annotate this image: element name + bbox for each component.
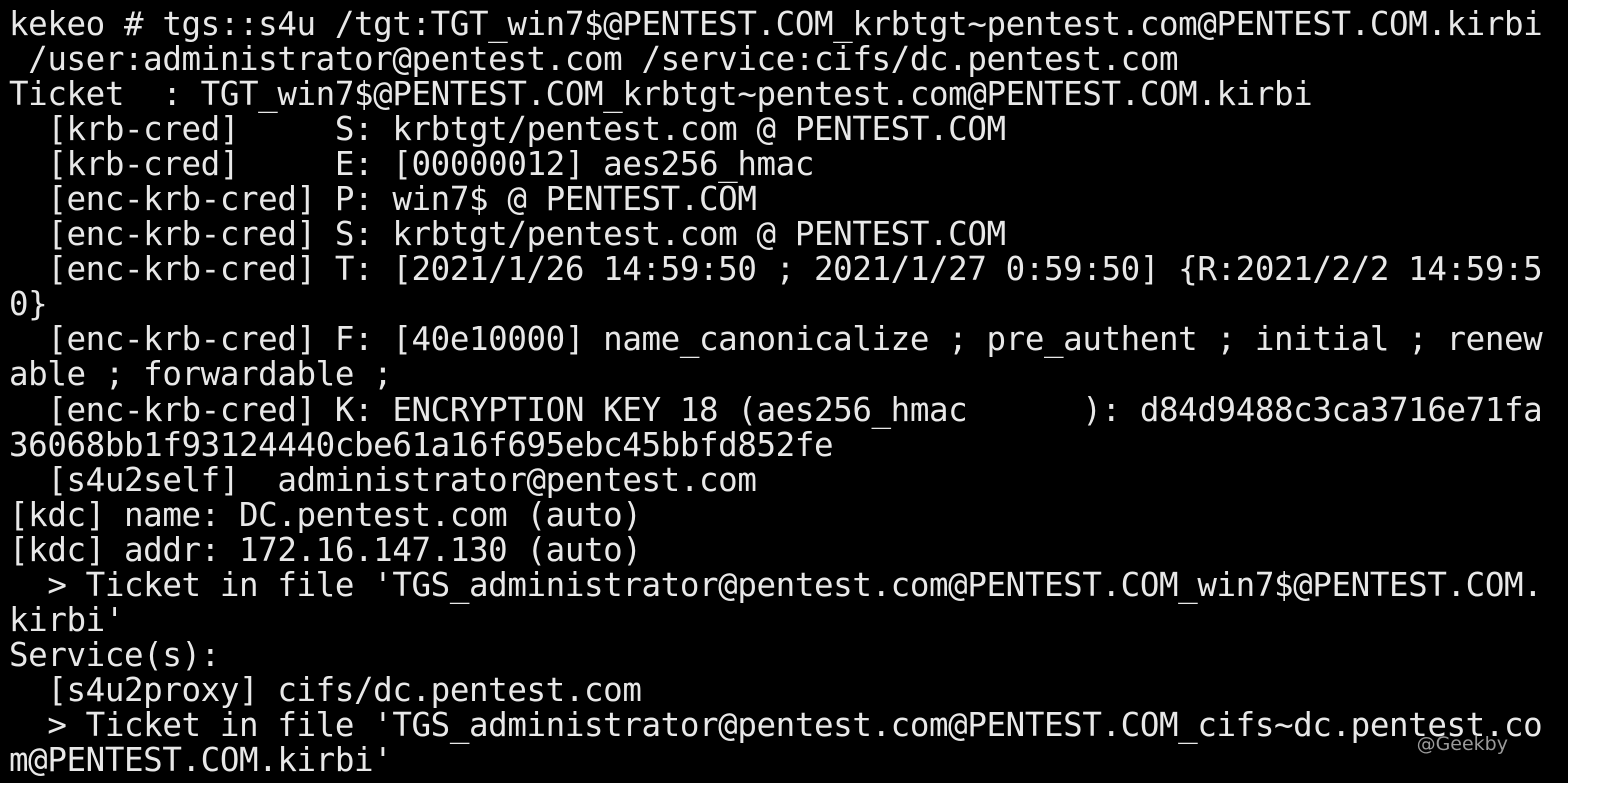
page-margin-bottom: [0, 783, 1610, 802]
console-line-krb-cred-service: [krb-cred] S: krbtgt/pentest.com @ PENTE…: [9, 110, 1006, 149]
console-line-kdc-addr: [kdc] addr: 172.16.147.130 (auto): [9, 530, 642, 569]
console-line-kdc-name: [kdc] name: DC.pentest.com (auto): [9, 495, 642, 534]
console-line-enc-times-wrap: 0}: [9, 285, 48, 324]
console-line-enc-key-wrap: 36068bb1f93124440cbe61a16f695ebc45bbfd85…: [9, 425, 834, 464]
console-line-s4u2proxy: [s4u2proxy] cifs/dc.pentest.com: [9, 670, 642, 709]
console-line-enc-key: [enc-krb-cred] K: ENCRYPTION KEY 18 (aes…: [9, 390, 1543, 429]
console-output: kekeo # tgs::s4u /tgt:TGT_win7$@PENTEST.…: [9, 5, 1543, 779]
console-line-command: kekeo # tgs::s4u /tgt:TGT_win7$@PENTEST.…: [9, 5, 1543, 43]
console-line-command-args: /user:administrator@pentest.com /service…: [9, 40, 1179, 79]
console-window[interactable]: kekeo # tgs::s4u /tgt:TGT_win7$@PENTEST.…: [0, 0, 1568, 783]
console-line-enc-flags: [enc-krb-cred] F: [40e10000] name_canoni…: [9, 320, 1543, 359]
console-line-ticket-file-proxy-wrap: m@PENTEST.COM.kirbi': [9, 740, 393, 779]
console-line-enc-flags-wrap: able ; forwardable ;: [9, 355, 393, 394]
console-line-services-header: Service(s):: [9, 635, 220, 674]
console-line-ticket-file-proxy: > Ticket in file 'TGS_administrator@pent…: [9, 705, 1543, 744]
console-line-enc-times: [enc-krb-cred] T: [2021/1/26 14:59:50 ; …: [9, 250, 1543, 289]
console-line-ticket-file-self: > Ticket in file 'TGS_administrator@pent…: [9, 565, 1543, 604]
console-line-s4u2self: [s4u2self] administrator@pentest.com: [9, 460, 757, 499]
console-line-enc-principal: [enc-krb-cred] P: win7$ @ PENTEST.COM: [9, 180, 757, 219]
console-line-ticket: Ticket : TGT_win7$@PENTEST.COM_krbtgt~pe…: [9, 75, 1313, 114]
watermark-text: @Geekby: [1416, 733, 1508, 755]
console-line-krb-cred-encryption: [krb-cred] E: [00000012] aes256_hmac: [9, 145, 814, 184]
console-line-ticket-file-self-wrap: kirbi': [9, 600, 124, 639]
page-margin-right: [1568, 0, 1610, 802]
console-line-enc-service: [enc-krb-cred] S: krbtgt/pentest.com @ P…: [9, 215, 1006, 254]
